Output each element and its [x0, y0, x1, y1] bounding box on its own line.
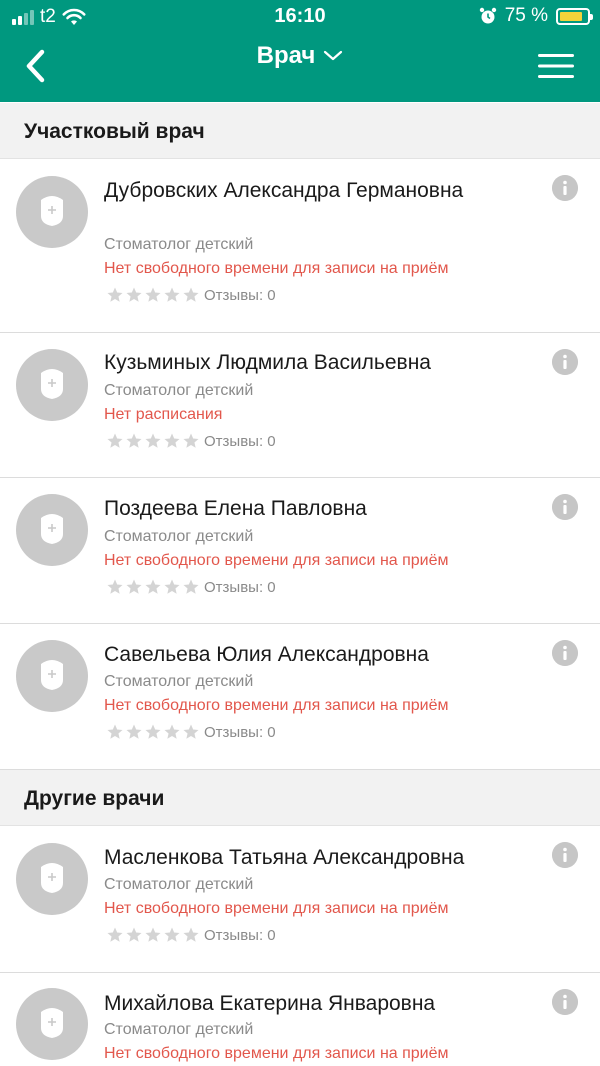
info-icon[interactable] — [552, 640, 578, 666]
star-icon — [107, 927, 123, 942]
star-icon — [164, 433, 180, 448]
doctor-avatar-icon — [16, 176, 88, 248]
doctor-specialty: Стоматолог детский — [104, 876, 254, 893]
alarm-icon — [479, 7, 496, 24]
battery-icon — [556, 7, 593, 25]
doctor-availability-status: Нет свободного времени для записи на при… — [104, 260, 449, 277]
doctor-availability-status: Нет свободного времени для записи на при… — [104, 552, 449, 569]
doctor-avatar-icon — [16, 494, 88, 566]
doctor-rating: Отзывы: 0 — [106, 286, 276, 304]
hamburger-menu-icon[interactable] — [536, 50, 576, 82]
star-icon — [164, 579, 180, 594]
star-icon — [145, 927, 161, 942]
doctor-avatar-icon — [16, 988, 88, 1060]
star-icon — [183, 579, 199, 594]
doctor-rating: Отзывы: 0 — [106, 723, 276, 741]
doctor-specialty: Стоматолог детский — [104, 236, 254, 253]
star-icon — [145, 579, 161, 594]
doctor-name: Поздеева Елена Павловна — [104, 497, 367, 520]
star-icon — [126, 433, 142, 448]
info-icon[interactable] — [552, 349, 578, 375]
star-icon — [145, 287, 161, 302]
info-icon[interactable] — [552, 842, 578, 868]
rating-stars — [106, 926, 200, 944]
star-icon — [107, 724, 123, 739]
doctor-rating: Отзывы: 0 — [106, 432, 276, 450]
doctor-availability-status: Нет свободного времени для записи на при… — [104, 1045, 449, 1062]
rating-stars — [106, 286, 200, 304]
doctor-avatar-icon — [16, 349, 88, 421]
doctor-card[interactable]: Кузьминых Людмила Васильевна Стоматолог … — [0, 333, 600, 478]
doctor-availability-status: Нет свободного времени для записи на при… — [104, 697, 449, 714]
star-icon — [126, 927, 142, 942]
app-header: t2 16:10 75 % Врач — [0, 0, 600, 102]
doctor-availability-status: Нет свободного времени для записи на при… — [104, 900, 449, 917]
star-icon — [145, 724, 161, 739]
star-icon — [107, 287, 123, 302]
star-icon — [126, 287, 142, 302]
doctor-specialty: Стоматолог детский — [104, 528, 254, 545]
doctor-card[interactable]: Михайлова Екатерина Январовна Стоматолог… — [0, 973, 600, 1066]
star-icon — [126, 579, 142, 594]
chevron-down-icon — [324, 50, 343, 61]
doctor-name: Михайлова Екатерина Январовна — [104, 992, 436, 1015]
doctor-specialty: Стоматолог детский — [104, 1021, 254, 1038]
info-icon[interactable] — [552, 494, 578, 520]
battery-percent: 75 % — [504, 5, 548, 26]
reviews-count: Отзывы: 0 — [204, 723, 276, 741]
section-header-district-doctor: Участковый врач — [0, 103, 600, 159]
doctor-card[interactable]: Савельева Юлия Александровна Стоматолог … — [0, 624, 600, 770]
doctor-avatar-icon — [16, 843, 88, 915]
doctor-name: Масленкова Татьяна Александровна — [104, 846, 465, 869]
reviews-count: Отзывы: 0 — [204, 432, 276, 450]
star-icon — [183, 433, 199, 448]
doctor-rating: Отзывы: 0 — [106, 926, 276, 944]
star-icon — [145, 433, 161, 448]
doctor-specialty: Стоматолог детский — [104, 673, 254, 690]
doctor-specialty: Стоматолог детский — [104, 382, 254, 399]
status-right: 75 % — [479, 5, 593, 27]
section-title: Другие врачи — [24, 787, 165, 810]
star-icon — [126, 724, 142, 739]
doctor-availability-status: Нет расписания — [104, 406, 223, 423]
doctor-avatar-icon — [16, 640, 88, 712]
info-icon[interactable] — [552, 989, 578, 1015]
rating-stars — [106, 578, 200, 596]
star-icon — [107, 579, 123, 594]
reviews-count: Отзывы: 0 — [204, 578, 276, 596]
section-header-other-doctors: Другие врачи — [0, 770, 600, 826]
page-title-label: Врач — [256, 42, 316, 69]
star-icon — [164, 287, 180, 302]
star-icon — [183, 724, 199, 739]
doctor-name: Кузьминых Людмила Васильевна — [104, 351, 431, 374]
rating-stars — [106, 432, 200, 450]
doctor-rating: Отзывы: 0 — [106, 578, 276, 596]
doctor-card[interactable]: Дубровских Александра Германовна Стомато… — [0, 159, 600, 333]
doctor-card[interactable]: Поздеева Елена Павловна Стоматолог детск… — [0, 478, 600, 624]
star-icon — [183, 287, 199, 302]
rating-stars — [106, 723, 200, 741]
doctor-name: Савельева Юлия Александровна — [104, 643, 429, 666]
info-icon[interactable] — [552, 175, 578, 201]
doctor-name: Дубровских Александра Германовна — [104, 179, 464, 202]
star-icon — [183, 927, 199, 942]
reviews-count: Отзывы: 0 — [204, 926, 276, 944]
section-title: Участковый врач — [24, 120, 205, 143]
page-title[interactable]: Врач — [0, 42, 600, 70]
star-icon — [164, 724, 180, 739]
status-bar: t2 16:10 75 % — [0, 0, 600, 34]
reviews-count: Отзывы: 0 — [204, 286, 276, 304]
star-icon — [164, 927, 180, 942]
star-icon — [107, 433, 123, 448]
doctor-card[interactable]: Масленкова Татьяна Александровна Стомато… — [0, 826, 600, 973]
